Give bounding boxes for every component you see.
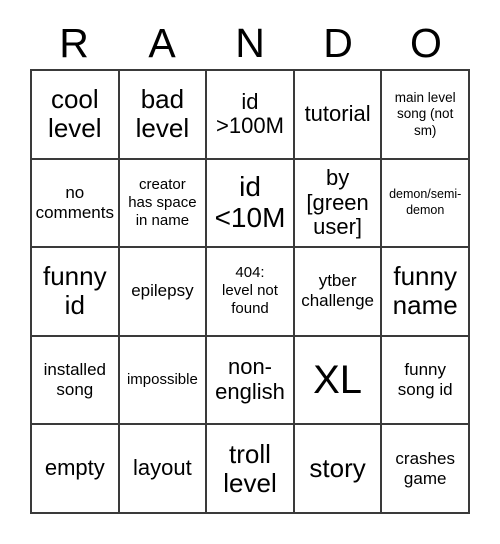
bingo-cell-label: id >100M [216,88,284,139]
bingo-cell-label: by [green user] [306,164,369,240]
bingo-cell-label: ytber challenge [301,271,374,311]
bingo-cell-label: demon/semi- demon [389,187,462,217]
bingo-grid: cool level bad level id >100M tutorial m… [30,69,470,514]
bingo-cell[interactable]: cool level [32,71,120,160]
bingo-cell-label: cool level [48,84,102,144]
bingo-cell[interactable]: bad level [119,71,208,160]
bingo-cell[interactable]: id >100M [207,71,295,160]
bingo-cell[interactable]: crashes game [382,425,470,514]
bingo-cell[interactable]: ytber challenge [294,248,383,337]
bingo-cell[interactable]: troll level [207,425,295,514]
bingo-cell[interactable]: funny id [32,248,120,337]
bingo-cell-label: funny song id [397,360,453,400]
bingo-cell-label: main level song (not sm) [394,89,456,138]
bingo-header-letter-3: D [323,20,353,66]
bingo-cell-label: story [309,453,366,484]
bingo-cell-label: 404: level not found [222,264,278,318]
bingo-cell-label: funny name [392,261,458,321]
bingo-cell[interactable]: no comments [32,159,120,249]
bingo-cell[interactable]: creator has space in name [119,159,208,249]
bingo-cell[interactable]: tutorial [294,71,383,160]
bingo-cell[interactable]: by [green user] [294,159,383,249]
bingo-cell-label: impossible [126,371,198,389]
bingo-card: R A N D O cool level bad level id >100M … [0,0,500,544]
bingo-cell-label: bad level [135,84,190,144]
bingo-cell[interactable]: story [294,425,383,514]
bingo-cell-label: creator has space in name [128,175,197,229]
bingo-cell[interactable]: funny song id [382,336,470,426]
bingo-cell-label: non- english [215,354,285,405]
bingo-cell[interactable]: layout [119,425,208,514]
bingo-cell-label: empty [44,455,105,481]
bingo-cell[interactable]: non- english [207,336,295,426]
bingo-cell[interactable]: installed song [32,336,120,426]
bingo-header-letter-1: A [148,20,176,66]
bingo-cell-label: layout [133,455,192,481]
bingo-cell[interactable]: empty [32,425,120,514]
bingo-cell[interactable]: 404: level not found [207,248,295,337]
bingo-header-letter-4: O [410,20,442,66]
bingo-cell-label: installed song [43,360,106,400]
bingo-cell[interactable]: funny name [382,248,470,337]
bingo-cell-label: no comments [35,182,114,222]
bingo-cell-label: troll level [223,438,277,498]
bingo-cell-label: tutorial [304,100,371,126]
bingo-cell[interactable]: demon/semi- demon [382,159,470,249]
bingo-header-letter-0: R [59,20,89,66]
bingo-cell-label: funny id [42,261,107,321]
bingo-cell-label: epilepsy [131,281,194,301]
bingo-cell[interactable]: id <10M [207,159,295,249]
bingo-header-row: R A N D O [30,18,470,69]
bingo-cell[interactable]: epilepsy [119,248,208,337]
bingo-cell[interactable]: impossible [119,336,208,426]
bingo-header-letter-2: N [235,20,265,66]
bingo-cell[interactable]: main level song (not sm) [382,71,470,160]
bingo-cell[interactable]: XL [294,336,383,426]
bingo-cell-label: id <10M [214,171,286,233]
bingo-cell-label: crashes game [395,448,455,488]
bingo-cell-label: XL [313,358,363,403]
